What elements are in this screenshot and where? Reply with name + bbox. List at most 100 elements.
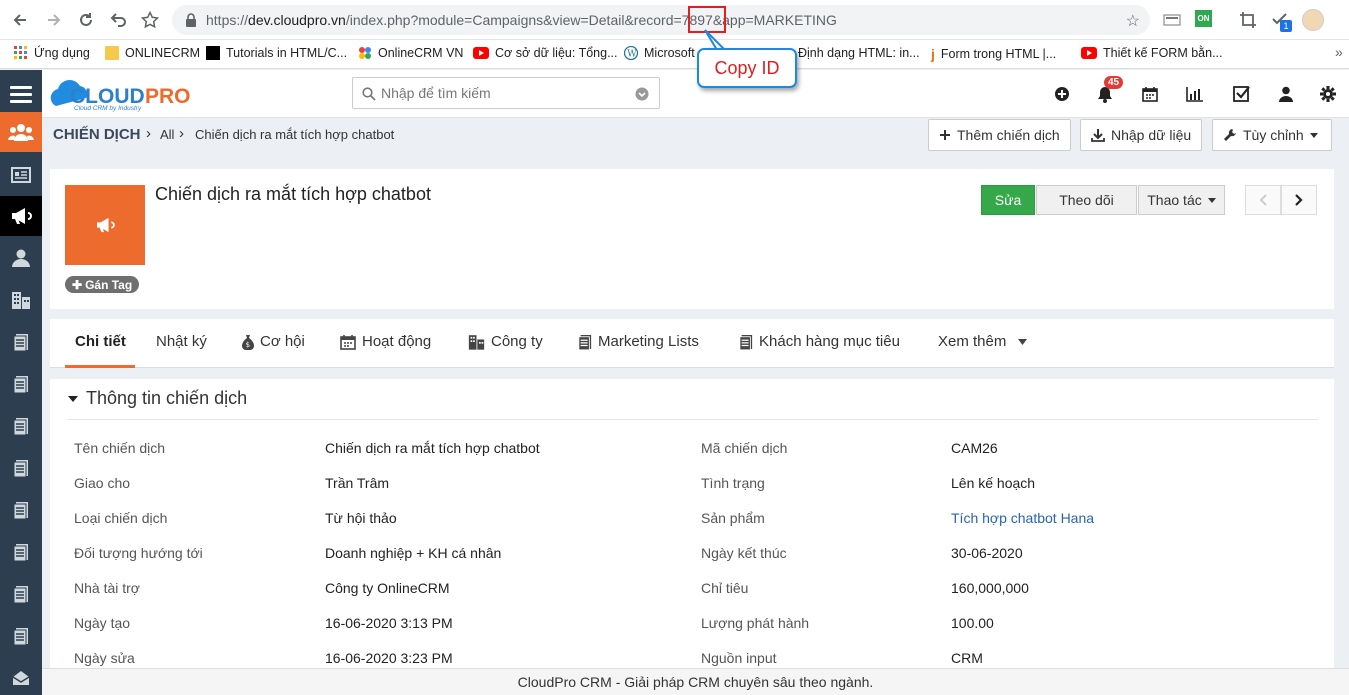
field-value[interactable]: Lên kế hoạch	[951, 475, 1035, 491]
field-value[interactable]: Doanh nghiệp + KH cá nhân	[325, 545, 501, 561]
bookmark-item[interactable]: W Microsoft	[624, 46, 695, 60]
field-value[interactable]: Trần Trâm	[325, 475, 389, 491]
tab-more[interactable]: Xem thêm	[938, 333, 1028, 350]
svg-text:Cloud CRM by Industry: Cloud CRM by Industry	[74, 105, 142, 112]
reports-chart-icon[interactable]	[1185, 84, 1205, 104]
sidebar-item-document[interactable]	[0, 532, 42, 572]
caret-down-icon	[68, 395, 78, 402]
tab-marketing-lists[interactable]: Marketing Lists	[578, 333, 699, 350]
sidebar-item-document[interactable]	[0, 364, 42, 404]
import-data-button[interactable]: Nhập dữ liệu	[1080, 119, 1203, 151]
envelope-open-icon	[12, 671, 30, 685]
extension-check-icon[interactable]: 1	[1270, 10, 1292, 32]
tab-activities[interactable]: Hoạt động	[340, 333, 431, 350]
url-text[interactable]: https://dev.cloudpro.vn/index.php?module…	[206, 12, 837, 28]
field-label: Ngày sửa	[74, 650, 135, 666]
bookmark-item[interactable]: OnlineCRM VN	[358, 46, 463, 60]
undo-icon[interactable]	[106, 8, 130, 32]
bookmark-item[interactable]: Ứng dụng	[14, 46, 90, 60]
person-icon	[12, 249, 30, 267]
settings-gear-icon[interactable]	[1318, 84, 1338, 104]
address-bar[interactable]: https://dev.cloudpro.vn/index.php?module…	[172, 5, 1150, 35]
sidebar-item-leads[interactable]	[0, 238, 42, 278]
forward-icon[interactable]	[42, 8, 66, 32]
extension-on-icon[interactable]: ON	[1195, 10, 1215, 30]
tab-log[interactable]: Nhật ký	[156, 333, 207, 350]
crop-icon[interactable]	[1238, 10, 1258, 30]
follow-button[interactable]: Theo dõi	[1036, 185, 1137, 215]
tab-target-customers[interactable]: Khách hàng mục tiêu	[739, 333, 900, 350]
tab-details[interactable]: Chi tiết	[75, 333, 126, 350]
add-campaign-button[interactable]: Thêm chiến dịch	[928, 119, 1071, 151]
field-value[interactable]: CRM	[951, 650, 983, 666]
sidebar-item-document[interactable]	[0, 406, 42, 446]
sidebar-item-mail[interactable]	[0, 658, 42, 695]
field-label: Ngày kết thúc	[701, 545, 787, 561]
more-bookmarks-icon[interactable]: »	[1335, 44, 1343, 60]
sidebar-item-cards[interactable]	[0, 155, 42, 195]
field-value[interactable]: Công ty OnlineCRM	[325, 580, 450, 596]
bookmark-item[interactable]: Thiết kế FORM bằn...	[1081, 46, 1222, 60]
previous-record-button[interactable]	[1245, 185, 1281, 215]
field-label: Chỉ tiêu	[701, 580, 749, 596]
field-value[interactable]: Từ hội thảo	[325, 510, 397, 526]
customize-button[interactable]: Tùy chỉnh	[1212, 119, 1332, 151]
tab-organizations[interactable]: Công ty	[468, 333, 543, 350]
add-tag-button[interactable]: ✚ Gán Tag	[65, 276, 140, 293]
youtube-icon	[473, 47, 489, 59]
add-icon[interactable]	[1052, 84, 1072, 104]
app-topbar: CLOUD PRO Cloud CRM by Industry 45	[0, 70, 1349, 118]
copy-id-callout: Copy ID	[697, 48, 797, 88]
field-value[interactable]: 160,000,000	[951, 580, 1029, 596]
product-link[interactable]: Tích hợp chatbot Hana	[951, 510, 1094, 526]
document-icon	[13, 418, 28, 435]
tab-opportunities[interactable]: $ Cơ hội	[242, 333, 305, 350]
field-value[interactable]: Chiến dịch ra mắt tích hợp chatbot	[325, 440, 540, 456]
bookmark-item[interactable]: j Form trong HTML |...	[931, 46, 1056, 62]
calendar-icon[interactable]	[1140, 84, 1160, 104]
edit-button[interactable]: Sửa	[981, 185, 1035, 215]
reload-icon[interactable]	[74, 8, 98, 32]
bookmark-item[interactable]: Cơ sở dữ liệu: Tổng...	[473, 46, 618, 60]
breadcrumb-module[interactable]: CHIẾN DỊCH	[53, 126, 141, 143]
svg-text:W: W	[627, 50, 637, 60]
sidebar-item-document[interactable]	[0, 448, 42, 488]
actions-dropdown[interactable]: Thao tác	[1138, 185, 1225, 215]
document-icon	[13, 586, 28, 603]
user-icon[interactable]	[1276, 84, 1296, 104]
cloudpro-logo[interactable]: CLOUD PRO Cloud CRM by Industry	[48, 78, 208, 112]
search-input[interactable]	[381, 83, 631, 103]
breadcrumb-separator: ›	[179, 125, 184, 142]
next-record-button[interactable]	[1281, 185, 1317, 215]
menu-icon[interactable]	[0, 70, 42, 118]
breadcrumb-all[interactable]: All	[160, 127, 174, 142]
sidebar-item-campaigns[interactable]	[0, 196, 42, 236]
search-options-icon[interactable]	[635, 87, 649, 101]
sidebar-item-contacts[interactable]	[0, 112, 42, 152]
tasks-check-icon[interactable]	[1232, 84, 1252, 104]
document-icon	[13, 334, 28, 351]
bookmark-item[interactable]: ONLINECRM	[105, 46, 200, 60]
sidebar-item-document[interactable]	[0, 616, 42, 656]
sidebar-item-document[interactable]	[0, 574, 42, 614]
building-icon	[468, 334, 485, 350]
profile-avatar[interactable]	[1302, 9, 1324, 31]
people-group-icon	[8, 124, 34, 141]
field-label: Đối tượng hướng tới	[74, 545, 203, 561]
sidebar-item-organizations[interactable]	[0, 280, 42, 320]
bookmark-page-icon[interactable]: ☆	[1126, 11, 1140, 31]
plus-icon	[940, 130, 950, 140]
section-header[interactable]: Thông tin chiến dịch	[68, 388, 247, 409]
bookmark-star-icon[interactable]	[138, 8, 162, 32]
back-icon[interactable]	[8, 8, 32, 32]
global-search[interactable]	[352, 77, 660, 109]
field-value[interactable]: 30-06-2020	[951, 545, 1023, 561]
record-header-card: Chiến dịch ra mắt tích hợp chatbot ✚ Gán …	[50, 169, 1334, 309]
sidebar-item-document[interactable]	[0, 322, 42, 362]
bookmark-item[interactable]: Tutorials in HTML/C...	[206, 46, 347, 60]
bookmark-item[interactable]: Định dạng HTML: in...	[798, 46, 920, 60]
field-value[interactable]: 100.00	[951, 615, 994, 631]
active-tab-indicator	[65, 365, 135, 368]
extension-screenshot-icon[interactable]	[1162, 10, 1182, 30]
sidebar-item-document[interactable]	[0, 490, 42, 530]
